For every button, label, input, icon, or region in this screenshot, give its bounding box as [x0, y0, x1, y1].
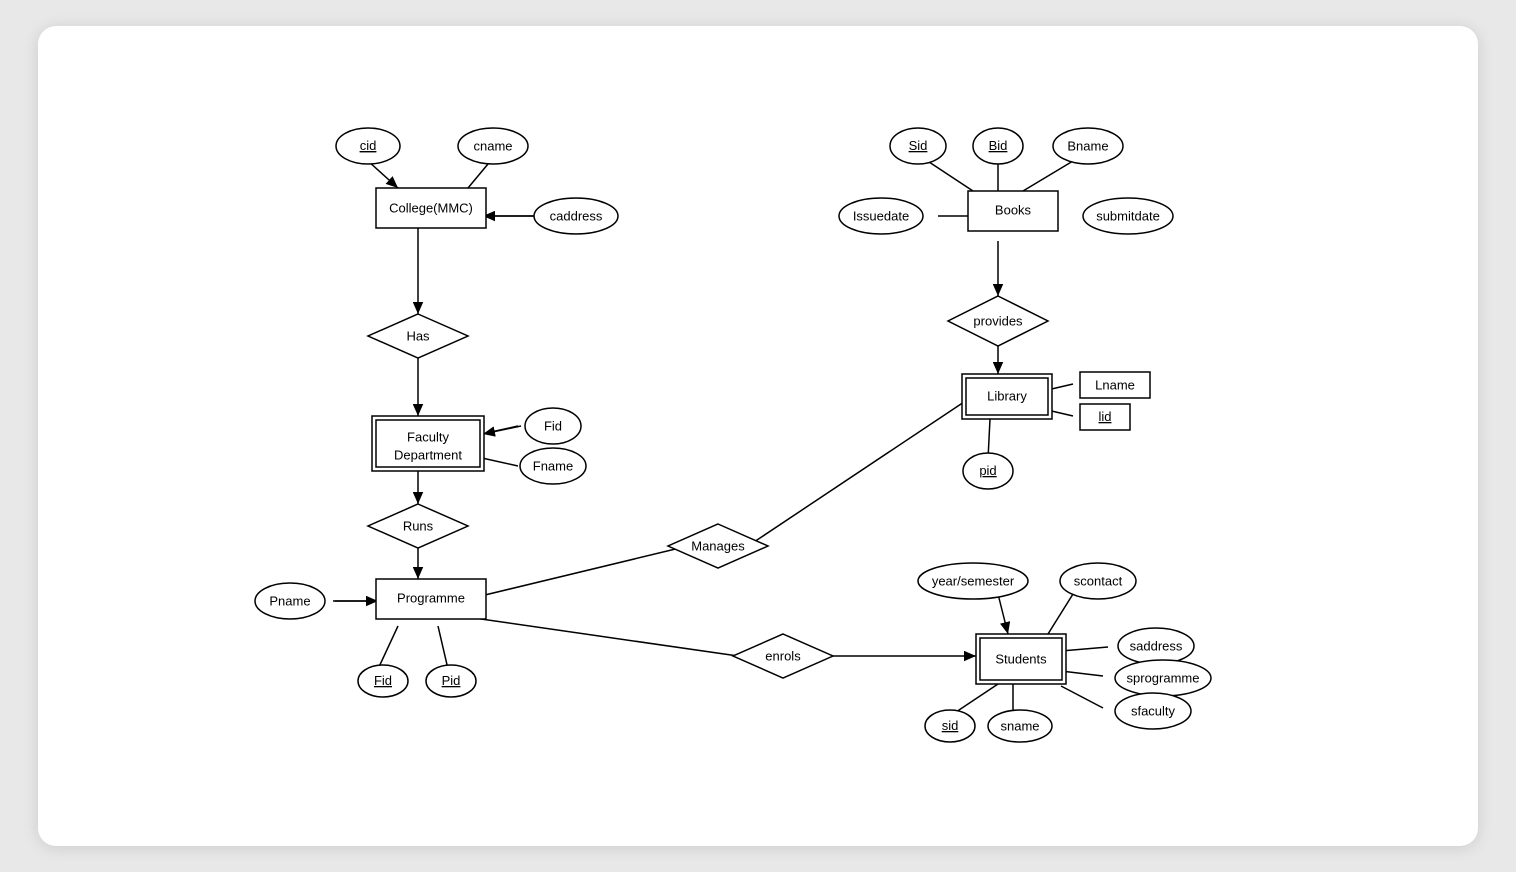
attr-pname-label: Pname: [269, 593, 310, 608]
attr-bname-label: Bname: [1067, 138, 1108, 153]
attr-lid-label: lid: [1098, 409, 1111, 424]
attr-caddress-label: caddress: [550, 208, 603, 223]
attr-pid-lib-label: pid: [979, 463, 996, 478]
attr-fid-label: Fid: [544, 418, 562, 433]
attr-saddress-label: saddress: [1130, 638, 1183, 653]
attr-fid2-label: Fid: [374, 673, 392, 688]
rel-runs-label: Runs: [403, 518, 434, 533]
rel-has-label: Has: [406, 328, 430, 343]
attr-cname-label: cname: [473, 138, 512, 153]
attr-bid-label: Bid: [989, 138, 1008, 153]
entity-faculty-label: Faculty: [407, 429, 449, 444]
rel-provides-label: provides: [973, 313, 1023, 328]
rel-manages-label: Manages: [691, 538, 745, 553]
attr-pid-label: Pid: [442, 673, 461, 688]
attr-sid-book-label: Sid: [909, 138, 928, 153]
entity-college-label: College(MMC): [389, 200, 473, 215]
diagram-canvas: College(MMC) Faculty Department Programm…: [38, 26, 1478, 846]
entity-books-label: Books: [995, 202, 1032, 217]
attr-issuedate-label: Issuedate: [853, 208, 909, 223]
attr-lname-label: Lname: [1095, 377, 1135, 392]
entity-faculty-label2: Department: [394, 447, 462, 462]
attr-sfaculty-label: sfaculty: [1131, 703, 1176, 718]
entity-library-label: Library: [987, 388, 1027, 403]
attr-sprogramme-label: sprogramme: [1127, 670, 1200, 685]
rel-enrols-label: enrols: [765, 648, 801, 663]
attr-sid-label: sid: [942, 718, 959, 733]
attr-submitdate-label: submitdate: [1096, 208, 1160, 223]
attr-scontact-label: scontact: [1074, 573, 1123, 588]
entity-programme-label: Programme: [397, 590, 465, 605]
entity-students-label: Students: [995, 651, 1047, 666]
attr-year-sem-label: year/semester: [932, 573, 1015, 588]
attr-cid-label: cid: [360, 138, 377, 153]
attr-sname-label: sname: [1000, 718, 1039, 733]
attr-fname-label: Fname: [533, 458, 573, 473]
